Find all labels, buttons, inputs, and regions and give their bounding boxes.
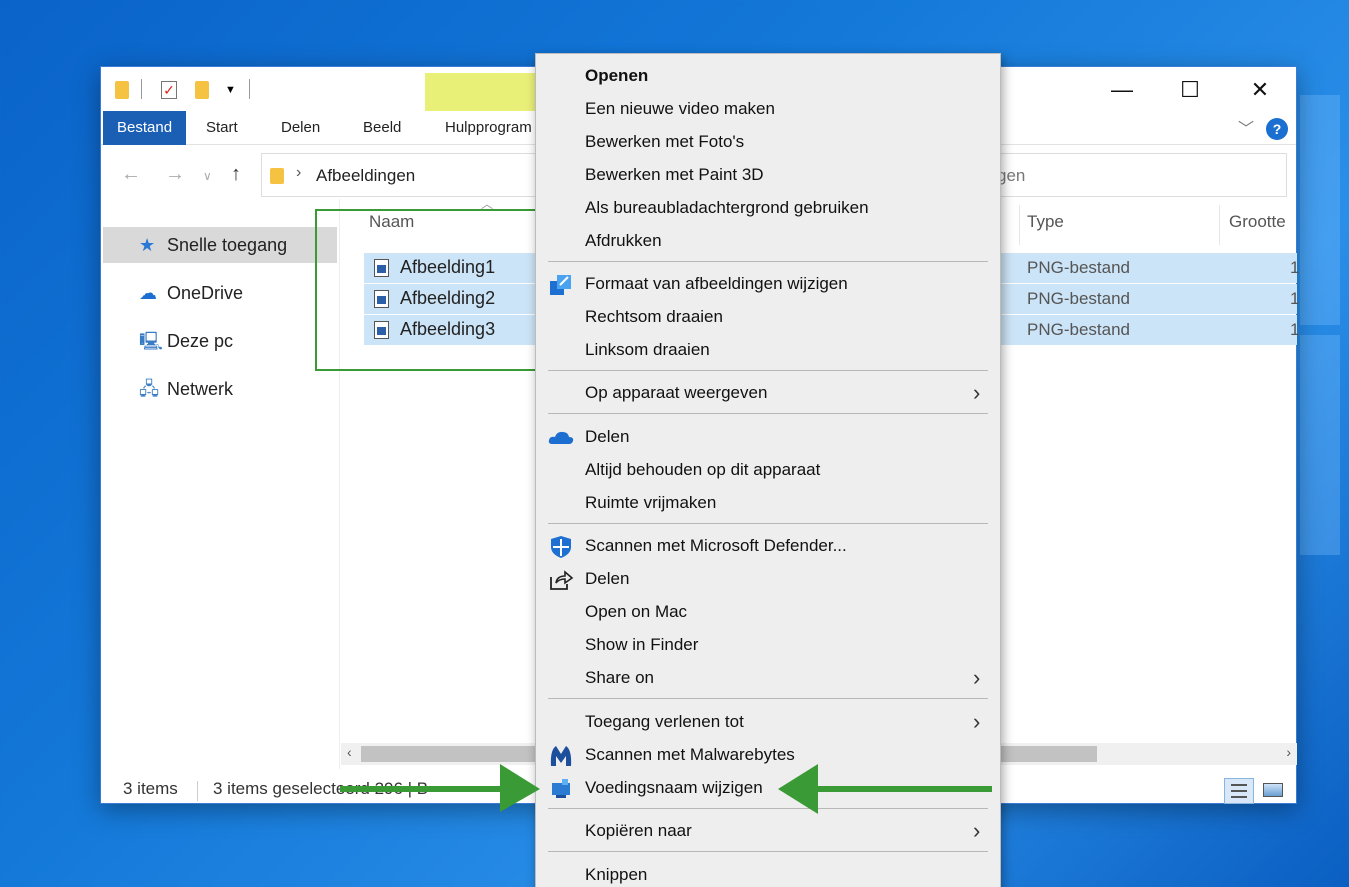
arrow-left-annotation	[778, 764, 992, 814]
arrow-right-annotation	[340, 764, 540, 812]
annotation-arrows	[340, 764, 992, 814]
